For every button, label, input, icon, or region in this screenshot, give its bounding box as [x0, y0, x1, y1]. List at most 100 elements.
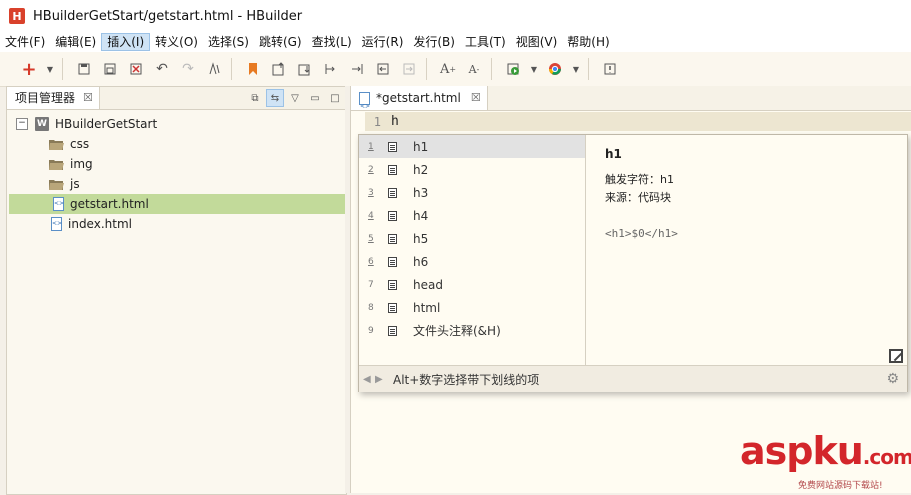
- html-file-icon: [53, 197, 64, 211]
- font-increase-icon[interactable]: A +: [437, 58, 459, 80]
- menu-goto[interactable]: 跳转(G): [254, 33, 307, 51]
- history-back-icon[interactable]: [372, 58, 394, 80]
- template-icon: [388, 187, 397, 198]
- tree-item-label: js: [70, 177, 80, 191]
- editor-tab-row: *getstart.html ☒: [351, 86, 911, 119]
- collapse-toggle-icon[interactable]: −: [16, 118, 28, 130]
- watermark-tagline: 免费网站源码下载站!: [798, 481, 883, 491]
- watermark-suffix: .com: [862, 445, 911, 469]
- menu-find[interactable]: 查找(L): [307, 33, 357, 51]
- proposal-item[interactable]: 7 head: [359, 273, 585, 296]
- project-explorer-tab[interactable]: 项目管理器 ☒: [7, 87, 100, 109]
- run-icon[interactable]: [502, 58, 524, 80]
- tree-item-file-selected[interactable]: getstart.html: [9, 194, 345, 214]
- proposal-label: h3: [413, 185, 429, 200]
- history-forward-icon[interactable]: [398, 58, 420, 80]
- tree-item-folder[interactable]: img: [7, 154, 346, 174]
- goto-bottom-icon[interactable]: [294, 58, 316, 80]
- proposal-label: 文件头注释(&H): [413, 324, 501, 338]
- menu-file[interactable]: 文件(F): [0, 33, 50, 51]
- template-icon: [388, 141, 397, 152]
- run-dropdown-icon[interactable]: ▼: [528, 58, 540, 80]
- menu-bar: 文件(F) 编辑(E) 插入(I) 转义(O) 选择(S) 跳转(G) 查找(L…: [0, 32, 911, 52]
- proposal-item[interactable]: 1 h1: [359, 135, 585, 158]
- menu-tools[interactable]: 工具(T): [460, 33, 511, 51]
- link-with-editor-icon[interactable]: ⇆: [266, 89, 284, 107]
- proposal-item[interactable]: 9 文件头注释(&H): [359, 319, 585, 342]
- close-icon[interactable]: ☒: [83, 87, 93, 109]
- proposal-label: h5: [413, 231, 429, 246]
- undo-icon[interactable]: ↶: [151, 58, 173, 80]
- info-icon[interactable]: [599, 58, 621, 80]
- project-explorer-tab-label: 项目管理器: [15, 91, 76, 105]
- view-menu-icon[interactable]: ▽: [286, 89, 304, 107]
- menu-select[interactable]: 选择(S): [203, 33, 254, 51]
- menu-help[interactable]: 帮助(H): [562, 33, 614, 51]
- detail-trigger: 触发字符：h1: [605, 173, 674, 186]
- proposal-item[interactable]: 8 html: [359, 296, 585, 319]
- proposal-item[interactable]: 4 h4: [359, 204, 585, 227]
- proposal-shortcut-number: 8: [368, 302, 374, 313]
- proposal-label: h1: [413, 139, 429, 154]
- new-plus-icon[interactable]: +: [18, 58, 40, 80]
- current-code-line[interactable]: 1 h: [365, 112, 911, 131]
- line-number: 1: [373, 114, 381, 129]
- folder-icon: [49, 179, 64, 190]
- tree-item-folder[interactable]: js: [7, 174, 346, 194]
- folder-icon: [49, 159, 64, 170]
- proposal-item[interactable]: 6 h6: [359, 250, 585, 273]
- tree-item-project[interactable]: − W HBuilderGetStart: [7, 114, 346, 134]
- prev-arrow-icon[interactable]: ◀: [363, 374, 373, 385]
- window-title: HBuilderGetStart/getstart.html - HBuilde…: [33, 8, 303, 24]
- goto-definition-icon[interactable]: [320, 58, 342, 80]
- menu-escape[interactable]: 转义(O): [150, 33, 203, 51]
- goto-top-icon[interactable]: [268, 58, 290, 80]
- proposal-shortcut-number: 4: [368, 210, 374, 221]
- toolbar-separator: [588, 58, 589, 80]
- html-file-icon: [51, 217, 62, 231]
- proposal-shortcut-number: 9: [368, 325, 374, 336]
- bookmark-icon[interactable]: [242, 58, 264, 80]
- menu-view[interactable]: 视图(V): [511, 33, 563, 51]
- proposal-item[interactable]: 3 h3: [359, 181, 585, 204]
- tree-item-label: index.html: [68, 217, 132, 231]
- proposal-label: h4: [413, 208, 429, 223]
- minimize-icon[interactable]: ▭: [306, 89, 324, 107]
- code-text[interactable]: h: [391, 114, 399, 129]
- menu-publish[interactable]: 发行(B): [408, 33, 460, 51]
- project-explorer-panel: 项目管理器 ☒ ⧉ ⇆ ▽ ▭ □ − W HBuilderGetStart c…: [6, 86, 347, 495]
- view-toolbar: ⧉ ⇆ ▽ ▭ □: [244, 89, 344, 107]
- template-icon: [388, 325, 397, 336]
- editor-tab-getstart[interactable]: *getstart.html ☒: [351, 86, 488, 119]
- tree-item-folder[interactable]: css: [7, 134, 346, 154]
- tree-item-label: img: [70, 157, 93, 171]
- edit-snippet-icon[interactable]: [889, 349, 903, 363]
- goto-end-icon[interactable]: [346, 58, 368, 80]
- template-icon: [388, 164, 397, 175]
- watermark: aspku.com 免费网站源码下载站!: [740, 432, 911, 491]
- close-icon[interactable]: ☒: [471, 86, 481, 110]
- font-decrease-icon[interactable]: A-: [463, 58, 485, 80]
- chrome-browser-icon[interactable]: [544, 58, 566, 80]
- collapse-all-icon[interactable]: ⧉: [246, 89, 264, 107]
- proposal-shortcut-number: 3: [368, 187, 374, 198]
- menu-run[interactable]: 运行(R): [357, 33, 409, 51]
- save-all-icon[interactable]: [99, 58, 121, 80]
- menu-edit[interactable]: 编辑(E): [50, 33, 101, 51]
- toolbar: + ▼ ↶ ↷ A + A- ▼ ▼: [0, 52, 911, 87]
- close-file-icon[interactable]: [125, 58, 147, 80]
- new-dropdown-icon[interactable]: ▼: [44, 58, 56, 80]
- tree-item-label: getstart.html: [70, 197, 149, 211]
- proposal-item[interactable]: 2 h2: [359, 158, 585, 181]
- format-icon[interactable]: [203, 58, 225, 80]
- menu-insert[interactable]: 插入(I): [101, 33, 151, 51]
- detail-title: h1: [605, 147, 622, 161]
- save-icon[interactable]: [73, 58, 95, 80]
- gear-icon[interactable]: ⚙: [886, 371, 899, 387]
- next-arrow-icon[interactable]: ▶: [375, 374, 385, 385]
- redo-icon[interactable]: ↷: [177, 58, 199, 80]
- tree-item-file[interactable]: index.html: [7, 214, 346, 234]
- browser-dropdown-icon[interactable]: ▼: [570, 58, 582, 80]
- maximize-icon[interactable]: □: [326, 89, 344, 107]
- proposal-item[interactable]: 5 h5: [359, 227, 585, 250]
